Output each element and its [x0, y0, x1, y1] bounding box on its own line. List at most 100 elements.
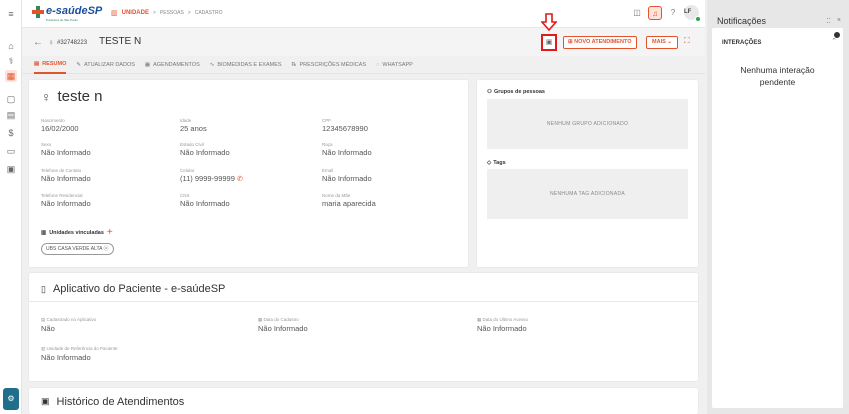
breadcrumb-pessoas[interactable]: PESSOAS: [160, 10, 184, 16]
back-arrow-icon[interactable]: ←: [33, 37, 43, 48]
field-email: Email Não Informado: [322, 168, 372, 183]
notifications-title: Notificações: [717, 16, 767, 26]
collapse-icon[interactable]: ⁚⁚: [826, 17, 830, 25]
tab-label: WHATSAPP: [382, 61, 413, 68]
expand-icon[interactable]: ⛶: [684, 36, 690, 46]
field-value: 12345678990: [322, 124, 368, 133]
logo-cross-icon: [32, 6, 44, 18]
money-icon[interactable]: $: [5, 127, 17, 139]
patient-name-title: ♀ teste n: [41, 88, 103, 105]
tab-whatsapp[interactable]: ◌ WHATSAPP: [376, 56, 413, 74]
tab-agendamentos[interactable]: ▦ AGENDAMENTOS: [145, 56, 200, 74]
field-telefone-residencial: Telefone Residencial Não Informado: [41, 193, 91, 208]
pulse-icon: ∿: [209, 61, 215, 68]
clipboard-action-button[interactable]: ▣: [541, 34, 557, 51]
tab-prescricoes[interactable]: ℞ PRESCRIÇÕES MÉDICAS: [292, 56, 367, 74]
tab-biomedidas[interactable]: ∿ BIOMEDIDAS E EXAMES: [210, 56, 282, 74]
history-card: ▣ Histórico de Atendimentos: [29, 388, 698, 414]
add-unit-icon[interactable]: +: [107, 228, 113, 238]
unit-chip[interactable]: UBS CASA VERDE ALTA ⓧ: [41, 243, 114, 255]
home-icon[interactable]: ⌂: [5, 40, 17, 52]
field-cns: CNS Não Informado: [180, 193, 230, 208]
tab-resumo[interactable]: ▤ RESUMO: [34, 56, 67, 74]
field-label: Unidade de Referência do Paciente: [46, 346, 118, 351]
top-actions: ◫ ♫ ? LF: [630, 5, 701, 22]
field-value: Não Informado: [322, 174, 372, 183]
tags-title-text: Tags: [493, 160, 506, 166]
field-label: Nome da Mãe: [322, 193, 351, 198]
field-estado-civil: Estado Civil Não Informado: [180, 142, 230, 157]
report-icon[interactable]: ▭: [5, 145, 17, 157]
chevron-up-icon[interactable]: ⌃: [831, 37, 837, 45]
mobile-icon: ▯: [41, 283, 46, 294]
tags-empty-box: NENHUMA TAG ADICIONADA: [487, 169, 688, 219]
field-label: Idade: [180, 118, 192, 123]
patient-name: teste n: [57, 88, 103, 105]
field-value: Não Informado: [41, 199, 91, 208]
stethoscope-icon[interactable]: ⚕: [5, 55, 17, 67]
bell-icon[interactable]: ♫: [648, 5, 662, 20]
people-icon[interactable]: ▦: [5, 70, 17, 82]
close-icon[interactable]: ×: [837, 17, 841, 25]
app-logo[interactable]: e-saúdeSP Prefeitura de São Paulo: [32, 6, 102, 22]
field-value: Não Informado: [41, 148, 91, 157]
field-label: Sexo: [41, 142, 52, 147]
tab-label: PRESCRIÇÕES MÉDICAS: [299, 61, 367, 68]
breadcrumb-separator: >: [187, 10, 191, 16]
tag-icon: ◇: [487, 160, 492, 166]
field-value: Não Informado: [258, 324, 308, 333]
tab-label: AGENDAMENTOS: [153, 61, 200, 68]
edit-icon: ✎: [76, 61, 81, 68]
notifications-body: INTERAÇÕES ⌃ Nenhuma interação pendente: [712, 28, 843, 408]
help-widget-icon[interactable]: ⚙: [3, 388, 19, 410]
novo-atendimento-button[interactable]: ⊞ NOVO ATENDIMENTO: [563, 36, 637, 49]
field-label: Raça: [322, 142, 333, 147]
history-title-text: Histórico de Atendimentos: [56, 396, 185, 408]
clipboard-icon[interactable]: ▢: [5, 93, 17, 105]
menu-icon[interactable]: ≡: [5, 8, 17, 20]
breadcrumb: ▥ UNIDADE > PESSOAS > CADASTRO: [111, 9, 223, 17]
field-value: Não Informado: [322, 148, 372, 157]
chat-icon[interactable]: ◫: [630, 6, 644, 20]
field-label: Celular: [180, 168, 195, 173]
tab-label: ATUALIZAR DADOS: [83, 61, 135, 68]
app-card-title-text: Aplicativo do Paciente - e-saúdeSP: [52, 283, 226, 295]
groups-title: ⚇ Grupos de pessoas: [487, 89, 545, 95]
grid-icon[interactable]: ▣: [5, 163, 17, 175]
groups-tags-card: ⚇ Grupos de pessoas NENHUM GRUPO ADICIONA…: [477, 80, 698, 267]
avatar[interactable]: LF: [684, 5, 701, 22]
breadcrumb-unit[interactable]: UNIDADE: [122, 10, 149, 16]
group-icon: ⚇: [487, 89, 492, 95]
patient-id: ♀ #32748223: [48, 38, 87, 47]
breadcrumb-cadastro: CADASTRO: [194, 10, 223, 16]
groups-empty-box: NENHUM GRUPO ADICIONADO: [487, 99, 688, 149]
patient-name-header: TESTE N: [99, 36, 142, 47]
field-label: Nascimento: [41, 118, 65, 123]
mais-button[interactable]: MAIS ⌄: [646, 36, 678, 49]
clipboard-icon: ▣: [41, 396, 50, 406]
tags-title: ◇ Tags: [487, 160, 506, 166]
help-icon[interactable]: ?: [666, 6, 680, 20]
field-unidade-referencia: ▥ Unidade de Referência do Paciente Não I…: [41, 346, 118, 362]
field-sexo: Sexo Não Informado: [41, 142, 91, 157]
field-nome-mae: Nome da Mãe maria aparecida: [322, 193, 376, 208]
tab-label: BIOMEDIDAS E EXAMES: [217, 61, 282, 68]
field-value: maria aparecida: [322, 199, 376, 208]
summary-card: ♀ teste n Nascimento 16/02/2000 Idade 25 a…: [29, 80, 468, 267]
field-celular: Celular (11) 9999-99999 ✆: [180, 168, 243, 183]
person-icon: ♀: [48, 38, 54, 47]
summary-icon: ▤: [34, 60, 40, 67]
field-value: Não Informado: [41, 174, 91, 183]
field-nascimento: Nascimento 16/02/2000: [41, 118, 79, 133]
history-title: ▣ Histórico de Atendimentos: [41, 396, 184, 408]
calendar-icon[interactable]: ▤: [5, 109, 17, 121]
tab-atualizar-dados[interactable]: ✎ ATUALIZAR DADOS: [76, 56, 135, 74]
phone-icon[interactable]: ✆: [237, 176, 243, 183]
brand-tagline: Prefeitura de São Paulo: [46, 18, 78, 22]
annotation-arrow-icon: [541, 13, 557, 31]
interactions-header[interactable]: INTERAÇÕES: [722, 40, 761, 46]
field-label: Email: [322, 168, 334, 173]
field-cadastrado-app: ▤ Cadastrado no Aplicativo Não: [41, 317, 96, 333]
units-section-title: ▥ Unidades vinculadas +: [41, 228, 113, 238]
field-value: 16/02/2000: [41, 124, 79, 133]
